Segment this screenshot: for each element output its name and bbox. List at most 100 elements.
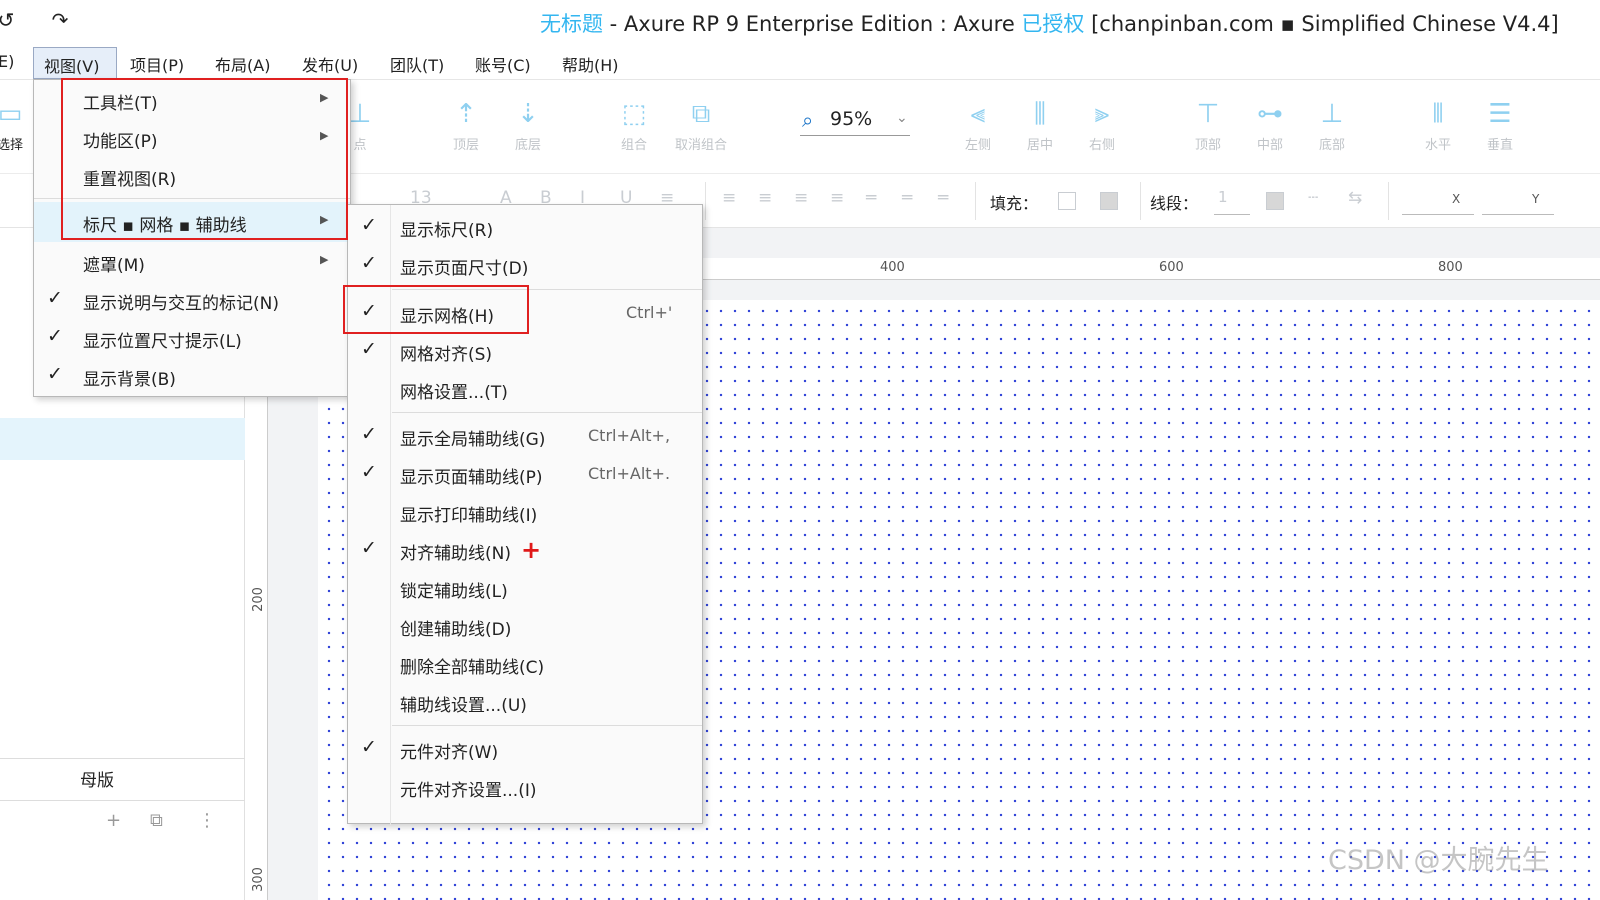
x-field[interactable] xyxy=(1402,214,1474,215)
group-button[interactable]: ⬚ 组合 xyxy=(604,94,664,153)
menu-publish[interactable]: 发布(U) xyxy=(302,52,358,76)
menu-project[interactable]: 项目(P) xyxy=(130,52,184,76)
distribute-vertical-button[interactable]: ☰ 垂直 xyxy=(1470,94,1530,153)
menu-account[interactable]: 账号(C) xyxy=(475,52,531,76)
divider xyxy=(1140,182,1141,220)
text-align-right-icon[interactable]: ≡ xyxy=(794,188,808,208)
align-center-icon: ⫼ xyxy=(1034,99,1046,129)
distribute-horizontal-button[interactable]: ⦀ 水平 xyxy=(1408,94,1468,153)
menu-view[interactable]: 视图(V) xyxy=(33,47,117,79)
menu-edit[interactable]: E) xyxy=(0,52,14,71)
menu-item-show-notes-markers[interactable]: ✓ 显示说明与交互的标记(N) xyxy=(34,280,350,318)
stroke-color-swatch[interactable] xyxy=(1266,192,1284,210)
title-edition-info: [chanpinban.com ▪ Simplified Chinese V4.… xyxy=(1084,12,1559,36)
add-master-icon[interactable]: + xyxy=(106,810,121,831)
fill-label: 填充： xyxy=(990,194,1039,213)
menu-item-show-page-dimensions[interactable]: ✓ 显示页面尺寸(D) xyxy=(348,245,702,283)
zoom-select[interactable]: ⌕ 95% ⌄ xyxy=(800,106,910,136)
shortcut-label: Ctrl+Alt+. xyxy=(588,464,671,483)
checkmark-icon: ✓ xyxy=(361,252,377,274)
align-top-button[interactable]: ⊤ 顶部 xyxy=(1178,94,1238,153)
menu-item-label: 创建辅助线(D) xyxy=(400,620,512,640)
menu-item-show-rulers[interactable]: ✓ 显示标尺(R) xyxy=(348,207,702,245)
stroke-pattern-icon[interactable]: ┄ xyxy=(1308,188,1318,208)
menu-item-delete-all-guides[interactable]: 删除全部辅助线(C) xyxy=(348,644,702,682)
fill-style-swatch[interactable] xyxy=(1100,192,1118,210)
ruler-label-800: 800 xyxy=(1438,260,1463,275)
add-folder-icon[interactable]: ⧉ xyxy=(150,810,163,831)
menu-item-show-background[interactable]: ✓ 显示背景(B) xyxy=(34,356,350,394)
valign-top-icon[interactable]: ═ xyxy=(866,188,876,208)
align-bottom-button[interactable]: ⊥ 底部 xyxy=(1302,94,1362,153)
annotation-plus-icon: + xyxy=(521,536,542,564)
align-right-button[interactable]: ⫸ 右侧 xyxy=(1072,94,1132,153)
menu-item-show-print-guides[interactable]: 显示打印辅助线(I) xyxy=(348,492,702,530)
text-align-center-icon[interactable]: ≡ xyxy=(758,188,772,208)
annotation-highlight-box xyxy=(343,285,529,334)
checkmark-icon: ✓ xyxy=(361,461,377,483)
stroke-width-underline xyxy=(1214,214,1250,215)
checkmark-icon: ✓ xyxy=(361,736,377,758)
align-bottom-label: 底部 xyxy=(1318,138,1345,153)
menu-item-guide-settings[interactable]: 辅助线设置...(U) xyxy=(348,682,702,720)
menu-item-label: 锁定辅助线(L) xyxy=(400,582,508,602)
y-field[interactable] xyxy=(1482,214,1554,215)
menu-help[interactable]: 帮助(H) xyxy=(562,52,619,76)
stroke-width-field[interactable]: 1 xyxy=(1218,188,1228,206)
title-file-name: 无标题 xyxy=(540,12,603,36)
arrow-style-icon[interactable]: ⇆ xyxy=(1348,188,1362,208)
menu-item-label: 显示标尺(R) xyxy=(400,221,494,241)
group-icon: ⬚ xyxy=(621,99,647,129)
align-middle-button[interactable]: ⊶ 中部 xyxy=(1240,94,1300,153)
undo-icon[interactable]: ↺ xyxy=(0,8,18,32)
ungroup-label: 取消组合 xyxy=(674,138,727,153)
watermark: CSDN @大腕先生 xyxy=(1328,845,1549,876)
redo-icon[interactable]: ↷ xyxy=(48,8,72,32)
menu-item-create-guides[interactable]: 创建辅助线(D) xyxy=(348,606,702,644)
menu-item-show-global-guides[interactable]: ✓ 显示全局辅助线(G) Ctrl+Alt+, xyxy=(348,416,702,454)
annotation-highlight-box xyxy=(61,78,348,240)
send-to-back-button[interactable]: ⇣ 底层 xyxy=(498,94,558,153)
align-left-button[interactable]: ⫷ 左侧 xyxy=(948,94,1008,153)
title-license-status: 已授权 xyxy=(1021,12,1085,36)
title-app-name: - Axure RP 9 Enterprise Edition : Axure xyxy=(603,12,1022,36)
menu-item-show-position-hints[interactable]: ✓ 显示位置尺寸提示(L) xyxy=(34,318,350,356)
menu-item-lock-guides[interactable]: 锁定辅助线(L) xyxy=(348,568,702,606)
menu-item-label: 网格设置...(T) xyxy=(400,383,508,403)
ruler-label-300: 300 xyxy=(250,867,266,892)
menu-item-masks[interactable]: 遮罩(M) ▶ xyxy=(34,242,350,280)
y-label: Y xyxy=(1532,192,1540,206)
text-align-left-icon[interactable]: ≡ xyxy=(722,188,736,208)
ungroup-button[interactable]: ⧉ 取消组合 xyxy=(666,94,736,153)
text-justify-icon[interactable]: ≡ xyxy=(830,188,844,208)
checkmark-icon: ✓ xyxy=(47,363,63,385)
menu-item-label: 显示背景(B) xyxy=(83,370,176,390)
menu-item-label: 元件对齐(W) xyxy=(400,743,499,763)
menu-team[interactable]: 团队(T) xyxy=(390,52,444,76)
ungroup-icon: ⧉ xyxy=(691,99,711,129)
divider xyxy=(1388,182,1389,220)
bring-to-front-button[interactable]: ⇡ 顶层 xyxy=(436,94,496,153)
send-back-icon: ⇣ xyxy=(517,99,539,129)
menu-item-label: 遮罩(M) xyxy=(83,256,145,276)
menu-layout[interactable]: 布局(A) xyxy=(215,52,270,76)
checkmark-icon: ✓ xyxy=(361,214,377,236)
menu-item-grid-settings[interactable]: 网格设置...(T) xyxy=(348,369,702,407)
align-top-label: 顶部 xyxy=(1194,138,1221,153)
more-options-icon[interactable]: ⋮ xyxy=(198,810,216,831)
align-center-button[interactable]: ⫼ 居中 xyxy=(1010,94,1070,153)
selected-page-row[interactable] xyxy=(0,418,245,460)
shortcut-label: Ctrl+' xyxy=(626,303,673,322)
fill-color-swatch[interactable] xyxy=(1058,192,1076,210)
menu-item-show-page-guides[interactable]: ✓ 显示页面辅助线(P) Ctrl+Alt+. xyxy=(348,454,702,492)
menu-item-snap-to-widgets[interactable]: ✓ 元件对齐(W) xyxy=(348,729,702,767)
align-left-icon: ⫷ xyxy=(970,99,986,129)
divider xyxy=(0,800,245,801)
menu-item-widget-snap-settings[interactable]: 元件对齐设置...(I) xyxy=(348,767,702,805)
stroke-label: 线段： xyxy=(1150,194,1199,213)
valign-middle-icon[interactable]: ═ xyxy=(902,188,912,208)
menu-item-snap-to-grid[interactable]: ✓ 网格对齐(S) xyxy=(348,331,702,369)
valign-bottom-icon[interactable]: ═ xyxy=(938,188,948,208)
zoom-icon: ⌕ xyxy=(802,108,814,132)
align-bottom-icon: ⊥ xyxy=(1320,99,1344,129)
